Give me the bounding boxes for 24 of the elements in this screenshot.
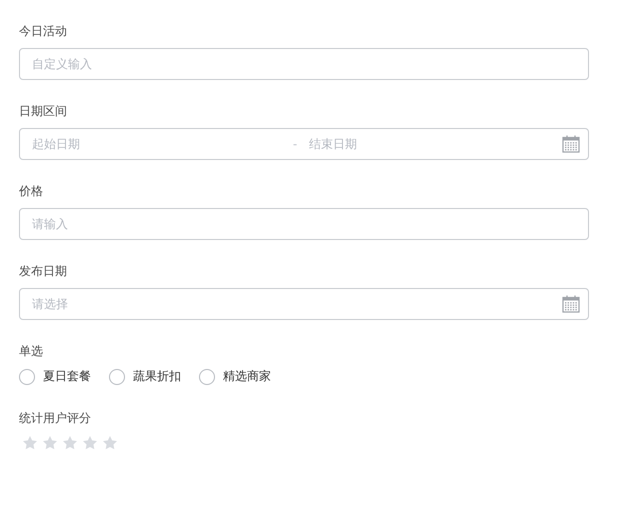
field-label: 单选 <box>19 343 43 360</box>
calendar-icon[interactable] <box>562 135 580 153</box>
field-label: 发布日期 <box>19 263 67 280</box>
radio-circle[interactable] <box>19 368 35 384</box>
input-field[interactable]: 请输入 <box>19 208 589 240</box>
field-label: 统计用户评分 <box>19 410 91 427</box>
calendar-icon[interactable] <box>562 295 580 313</box>
star-icon[interactable] <box>42 435 58 451</box>
star-icon[interactable] <box>102 435 118 451</box>
star-icon[interactable] <box>22 435 38 451</box>
star-icon[interactable] <box>62 435 78 451</box>
range-separator: - <box>292 137 298 151</box>
field-label: 今日活动 <box>19 23 67 40</box>
radio-circle[interactable] <box>199 368 215 384</box>
end-date-input[interactable]: 结束日期 <box>309 129 562 159</box>
input-field[interactable]: 自定义输入 <box>19 48 589 80</box>
radio-option[interactable]: 夏日套餐 <box>19 368 91 385</box>
star-icon[interactable] <box>82 435 98 451</box>
field-label: 日期区间 <box>19 103 67 120</box>
start-date-input[interactable]: 起始日期 <box>32 129 285 159</box>
radio-option[interactable]: 精选商家 <box>199 368 271 385</box>
field-label: 价格 <box>19 183 43 200</box>
radio-option[interactable]: 蔬果折扣 <box>109 368 181 385</box>
radio-circle[interactable] <box>109 368 125 384</box>
